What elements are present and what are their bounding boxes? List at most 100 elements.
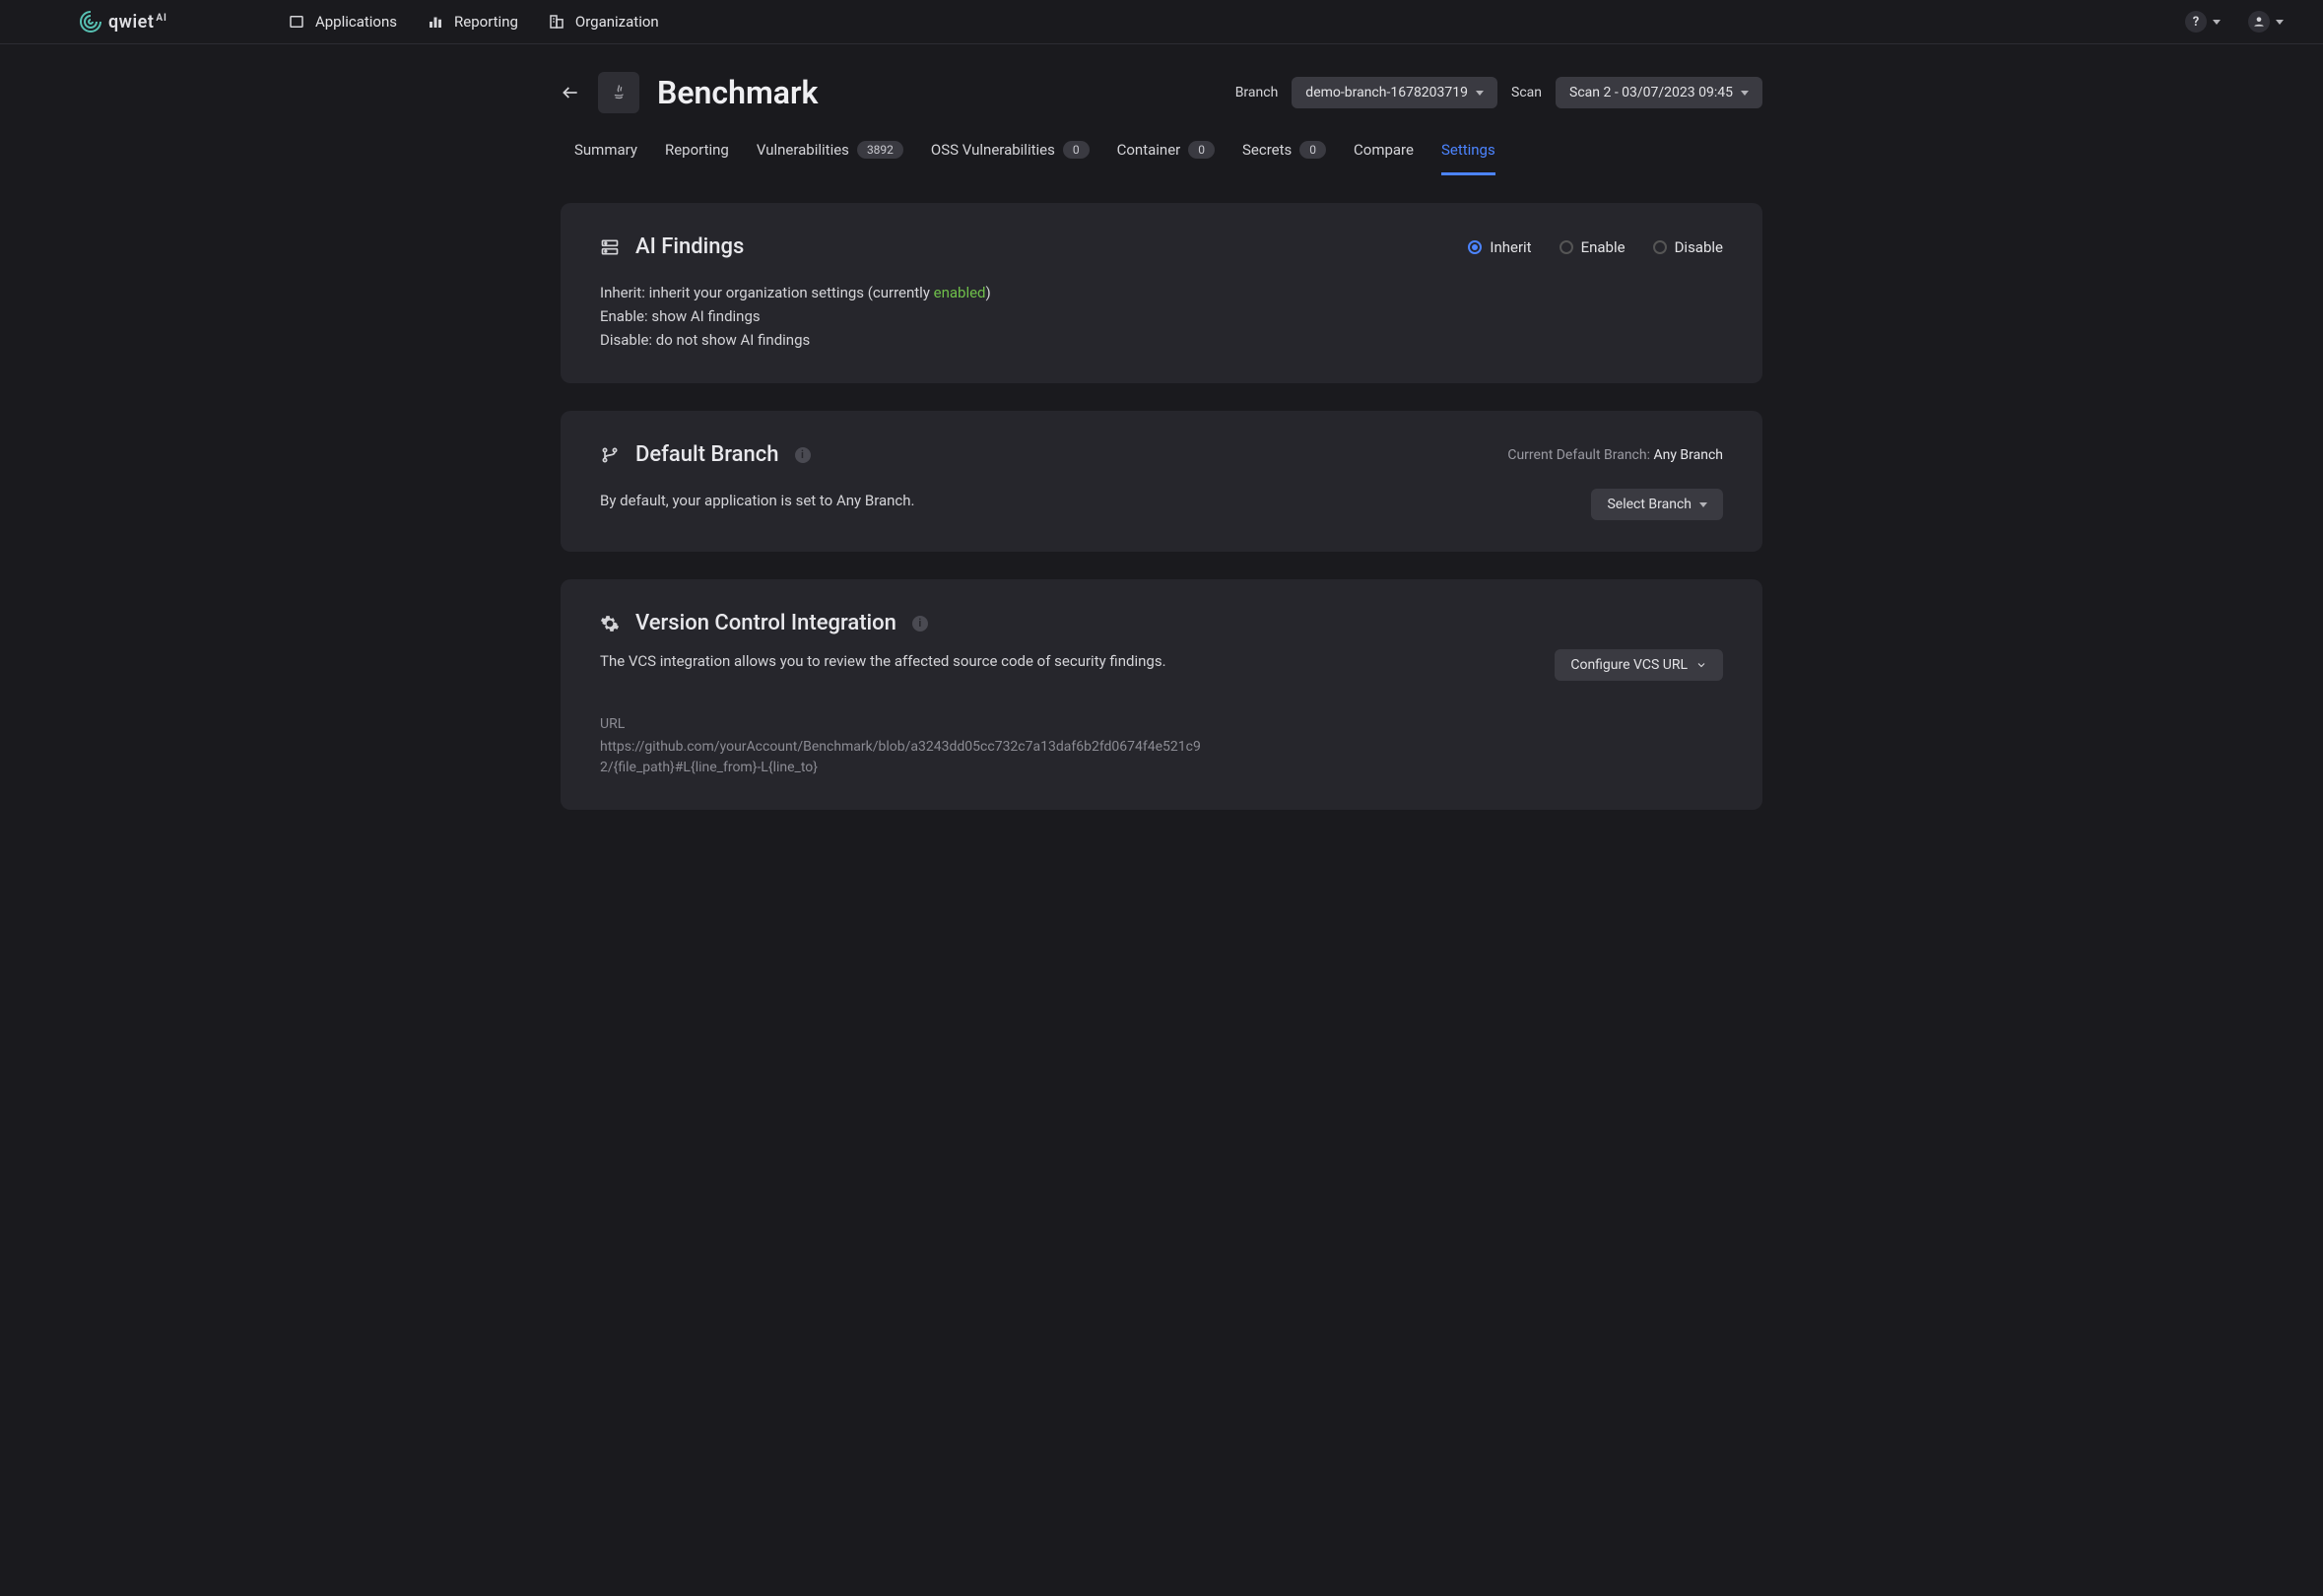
tab-badge: 0	[1063, 141, 1090, 159]
nav-link-label: Reporting	[454, 13, 518, 31]
card-title-wrap: AI Findings	[600, 234, 744, 259]
branch-select[interactable]: demo-branch-1678203719	[1292, 77, 1497, 108]
page-header: Benchmark Branch demo-branch-1678203719 …	[561, 72, 1762, 113]
tab-label: Compare	[1354, 141, 1414, 159]
help-menu[interactable]: ?	[2185, 11, 2221, 33]
ai-findings-line-3: Disable: do not show AI findings	[600, 328, 1211, 352]
tab-label: Summary	[574, 141, 637, 159]
nav-link-organization[interactable]: Organization	[548, 13, 659, 31]
nav-link-label: Applications	[315, 13, 397, 31]
caret-down-icon	[1476, 91, 1484, 96]
user-icon	[2248, 11, 2270, 33]
scan-select[interactable]: Scan 2 - 03/07/2023 09:45	[1556, 77, 1762, 108]
card-vcs: Version Control Integration i The VCS in…	[561, 579, 1762, 810]
branch-label: Branch	[1235, 85, 1279, 100]
tab-reporting[interactable]: Reporting	[665, 131, 729, 175]
card-default-branch: Default Branch i Current Default Branch:…	[561, 411, 1762, 552]
tab-label: Vulnerabilities	[757, 141, 849, 159]
caret-down-icon	[1699, 502, 1707, 507]
tab-badge: 3892	[857, 141, 903, 159]
top-nav: qwietAI Applications Reporting Organizat…	[0, 0, 2323, 44]
configure-vcs-button[interactable]: Configure VCS URL	[1555, 649, 1723, 681]
ai-findings-line-2: Enable: show AI findings	[600, 304, 1211, 328]
page-header-right: Branch demo-branch-1678203719 Scan Scan …	[1235, 77, 1762, 108]
card-header: Version Control Integration i	[600, 611, 1723, 635]
radio-label: Inherit	[1490, 238, 1531, 256]
chart-icon	[427, 13, 444, 31]
card-header: Default Branch i Current Default Branch:…	[600, 442, 1723, 467]
chevron-down-icon	[1695, 659, 1707, 671]
java-icon	[609, 83, 629, 102]
page-title: Benchmark	[657, 74, 818, 111]
button-label: Configure VCS URL	[1570, 657, 1688, 673]
info-icon[interactable]: i	[795, 447, 811, 463]
radio-inherit[interactable]: Inherit	[1468, 238, 1531, 256]
tab-label: Container	[1117, 141, 1181, 159]
card-body: The VCS integration allows you to review…	[600, 649, 1166, 673]
top-nav-right: ?	[2185, 11, 2284, 33]
app-language-icon	[598, 72, 639, 113]
tab-compare[interactable]: Compare	[1354, 131, 1414, 175]
page-header-left: Benchmark	[561, 72, 818, 113]
radio-label: Enable	[1581, 238, 1626, 256]
radio-dot-icon	[1468, 240, 1482, 254]
gear-icon	[600, 614, 620, 633]
server-icon	[600, 237, 620, 257]
nav-link-reporting[interactable]: Reporting	[427, 13, 518, 31]
scan-select-value: Scan 2 - 03/07/2023 09:45	[1569, 85, 1733, 100]
card-body: Inherit: inherit your organization setti…	[600, 281, 1211, 352]
card-title: AI Findings	[635, 234, 744, 259]
building-icon	[548, 13, 565, 31]
tab-label: OSS Vulnerabilities	[931, 141, 1055, 159]
applications-icon	[288, 13, 305, 31]
card-ai-findings: AI Findings Inherit Enable Disable Inher…	[561, 203, 1762, 383]
back-arrow-icon[interactable]	[561, 83, 580, 102]
ai-findings-radio-group: Inherit Enable Disable	[1468, 238, 1723, 256]
card-title: Default Branch	[635, 442, 779, 467]
card-row: By default, your application is set to A…	[600, 489, 1723, 520]
tab-badge: 0	[1299, 141, 1326, 159]
tab-label: Reporting	[665, 141, 729, 159]
card-title-wrap: Version Control Integration i	[600, 611, 928, 635]
page: Benchmark Branch demo-branch-1678203719 …	[551, 44, 1772, 869]
card-body: By default, your application is set to A…	[600, 489, 915, 512]
radio-label: Disable	[1675, 238, 1723, 256]
card-row: The VCS integration allows you to review…	[600, 649, 1723, 681]
help-icon: ?	[2185, 11, 2207, 33]
vcs-url-label: URL	[600, 714, 1211, 735]
brand-logo[interactable]: qwietAI	[79, 10, 167, 33]
select-branch-button[interactable]: Select Branch	[1591, 489, 1723, 520]
current-default-branch-label: Current Default Branch:	[1507, 447, 1653, 463]
current-default-branch: Current Default Branch: Any Branch	[1507, 447, 1723, 463]
current-default-branch-value: Any Branch	[1653, 447, 1723, 463]
tab-settings[interactable]: Settings	[1441, 131, 1495, 175]
brand-text: qwietAI	[108, 12, 167, 33]
radio-dot-icon	[1653, 240, 1667, 254]
card-title: Version Control Integration	[635, 611, 896, 635]
button-label: Select Branch	[1607, 497, 1692, 512]
ai-findings-line-1: Inherit: inherit your organization setti…	[600, 281, 1211, 304]
card-title-wrap: Default Branch i	[600, 442, 811, 467]
card-header: AI Findings Inherit Enable Disable	[600, 234, 1723, 259]
radio-dot-icon	[1560, 240, 1573, 254]
nav-link-applications[interactable]: Applications	[288, 13, 397, 31]
user-menu[interactable]	[2248, 11, 2284, 33]
vcs-url-block: URL https://github.com/yourAccount/Bench…	[600, 714, 1211, 778]
radio-disable[interactable]: Disable	[1653, 238, 1723, 256]
info-icon[interactable]: i	[912, 616, 928, 632]
vcs-url-value: https://github.com/yourAccount/Benchmark…	[600, 739, 1201, 775]
top-nav-left: qwietAI Applications Reporting Organizat…	[79, 10, 659, 33]
branch-select-value: demo-branch-1678203719	[1305, 85, 1468, 100]
enabled-status: enabled	[934, 284, 986, 301]
radio-enable[interactable]: Enable	[1560, 238, 1626, 256]
tab-label: Secrets	[1242, 141, 1292, 159]
tab-summary[interactable]: Summary	[574, 131, 637, 175]
tab-secrets[interactable]: Secrets 0	[1242, 131, 1326, 175]
tab-vulnerabilities[interactable]: Vulnerabilities 3892	[757, 131, 903, 175]
caret-down-icon	[2213, 20, 2221, 25]
logo-spiral-icon	[79, 10, 102, 33]
tab-container[interactable]: Container0	[1117, 131, 1215, 175]
caret-down-icon	[1741, 91, 1749, 96]
tab-label: Settings	[1441, 141, 1495, 159]
tab-oss-vulnerabilities[interactable]: OSS Vulnerabilities 0	[931, 131, 1090, 175]
